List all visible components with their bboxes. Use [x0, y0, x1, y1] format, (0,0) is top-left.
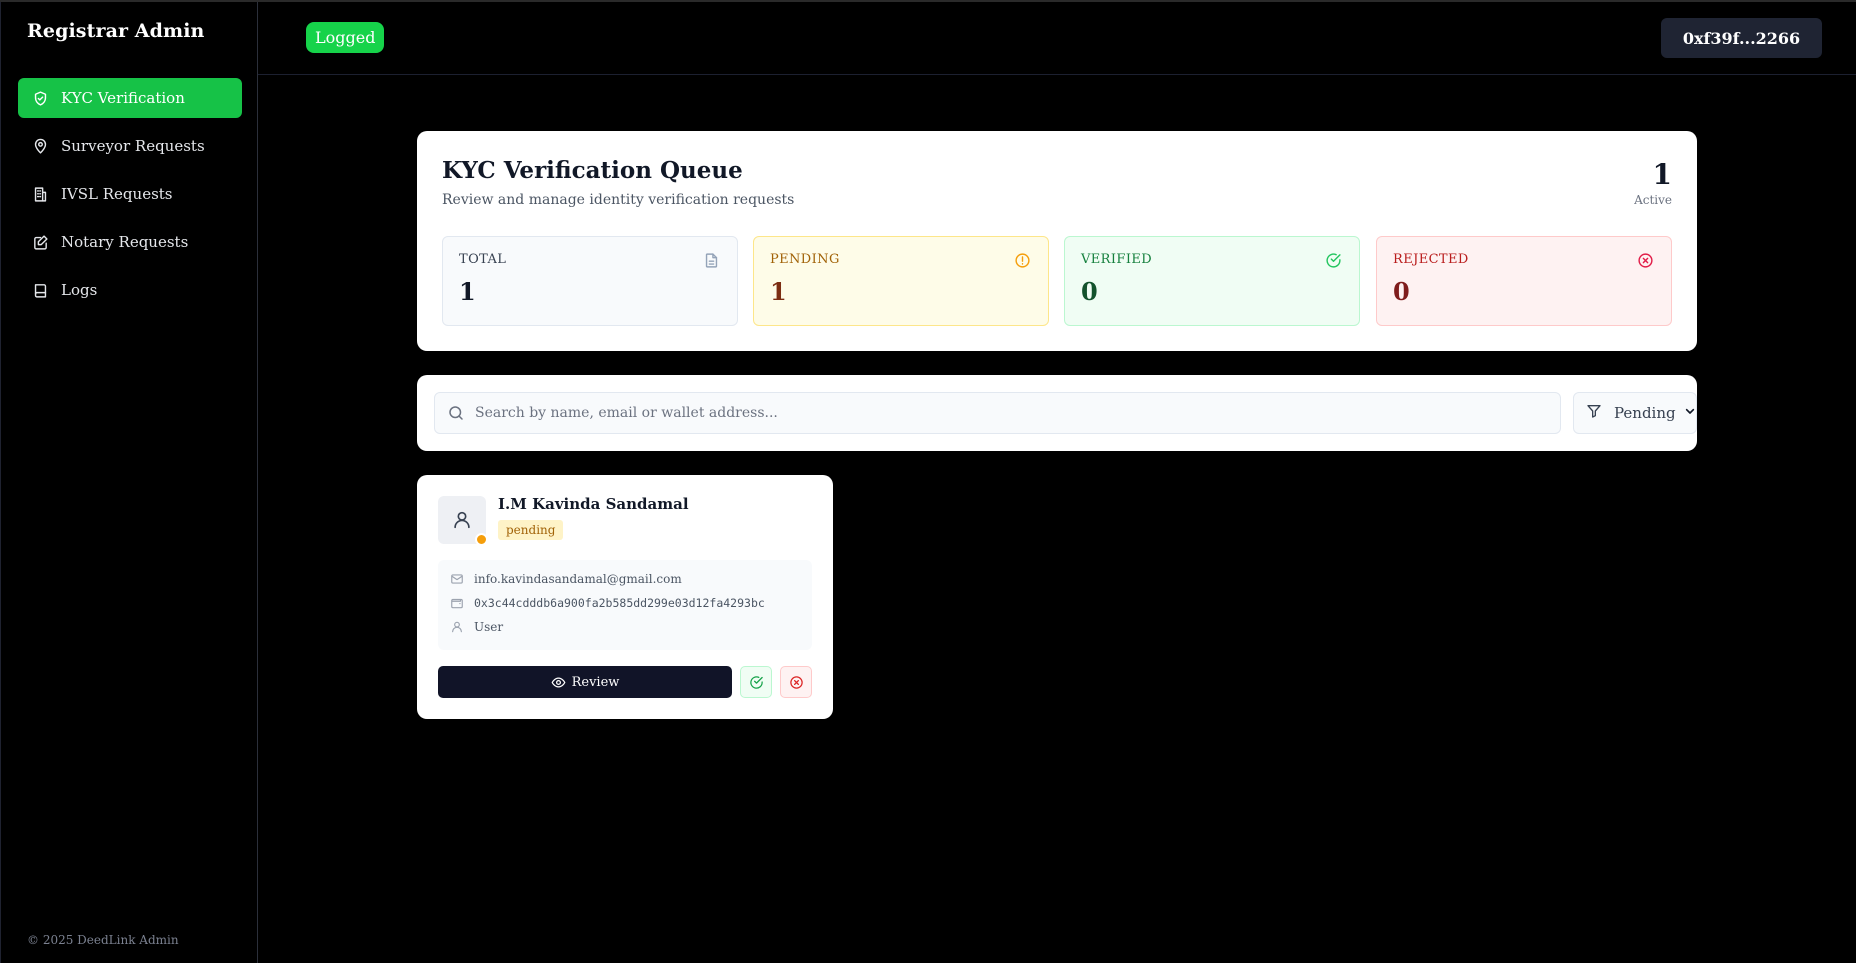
stat-card-total: TOTAL 1 — [442, 236, 738, 326]
map-pin-icon — [31, 137, 49, 155]
user-icon — [450, 620, 464, 634]
eye-icon — [551, 676, 566, 688]
search-input[interactable] — [475, 405, 1535, 421]
sidebar-nav: KYC Verification Surveyor Requests IVSL … — [18, 78, 242, 318]
kyc-request-card: I.M Kavinda Sandamal pending info.kavind… — [417, 475, 833, 719]
filter-icon — [1586, 403, 1602, 423]
page-subtitle: Review and manage identity verification … — [442, 192, 795, 208]
stat-value: 0 — [1081, 277, 1098, 306]
x-circle-icon — [789, 675, 803, 689]
stat-label: REJECTED — [1393, 252, 1469, 267]
stat-value: 1 — [770, 277, 787, 306]
reject-button[interactable] — [780, 666, 812, 698]
sidebar-item-kyc-verification[interactable]: KYC Verification — [18, 78, 242, 118]
sidebar-item-label: KYC Verification — [61, 89, 185, 107]
kyc-queue-card: KYC Verification Queue Review and manage… — [417, 131, 1697, 351]
stat-card-pending: PENDING 1 — [753, 236, 1049, 326]
stat-card-rejected: REJECTED 0 — [1376, 236, 1672, 326]
stat-label: PENDING — [770, 252, 840, 267]
sidebar-item-logs[interactable]: Logs — [18, 270, 242, 310]
stat-value: 1 — [459, 277, 476, 306]
sidebar-item-label: Notary Requests — [61, 233, 189, 251]
sidebar-item-notary-requests[interactable]: Notary Requests — [18, 222, 242, 262]
sidebar-item-label: IVSL Requests — [61, 185, 173, 203]
sidebar-item-ivsl-requests[interactable]: IVSL Requests — [18, 174, 242, 214]
mail-icon — [450, 572, 464, 586]
status-filter-dropdown[interactable]: Pending — [1573, 392, 1697, 434]
check-circle-icon — [1325, 252, 1343, 270]
search-icon — [447, 404, 465, 422]
request-name: I.M Kavinda Sandamal — [498, 495, 689, 513]
search-filter-card: Pending — [417, 375, 1697, 451]
top-header: Logged 0xf39f...2266 — [258, 2, 1856, 75]
alert-circle-icon — [1014, 252, 1032, 270]
request-details: info.kavindasandamal@gmail.com 0x3c44cdd… — [438, 560, 812, 650]
page-title: KYC Verification Queue — [442, 157, 743, 184]
stat-card-verified: VERIFIED 0 — [1064, 236, 1360, 326]
stat-value: 0 — [1393, 277, 1410, 306]
edit-document-icon — [31, 233, 49, 251]
brand-title: Registrar Admin — [27, 20, 205, 42]
sidebar-item-surveyor-requests[interactable]: Surveyor Requests — [18, 126, 242, 166]
x-circle-icon — [1637, 252, 1655, 270]
active-count: 1 — [1652, 158, 1672, 191]
stat-label: TOTAL — [459, 252, 507, 267]
document-icon — [703, 252, 721, 270]
status-badge: pending — [498, 520, 564, 540]
book-icon — [31, 281, 49, 299]
user-icon — [454, 511, 470, 529]
request-role: User — [474, 620, 504, 634]
email-row: info.kavindasandamal@gmail.com — [450, 572, 682, 586]
logged-status-badge: Logged — [306, 22, 385, 53]
request-wallet: 0x3c44cdddb6a900fa2b585dd299e03d12fa4293… — [474, 596, 765, 610]
chevron-down-icon — [1682, 403, 1698, 423]
shield-check-icon — [31, 89, 49, 107]
request-email: info.kavindasandamal@gmail.com — [474, 572, 682, 586]
role-row: User — [450, 620, 503, 634]
stat-label: VERIFIED — [1081, 252, 1153, 267]
sidebar: Registrar Admin KYC Verification Surveyo… — [0, 2, 258, 963]
sidebar-footer: © 2025 DeedLink Admin — [27, 933, 179, 947]
pending-status-dot — [475, 533, 488, 546]
wallet-icon — [450, 596, 464, 610]
approve-button[interactable] — [740, 666, 772, 698]
review-button[interactable]: Review — [438, 666, 732, 698]
active-label: Active — [1634, 193, 1672, 207]
search-box[interactable] — [434, 392, 1561, 434]
wallet-row: 0x3c44cdddb6a900fa2b585dd299e03d12fa4293… — [450, 596, 765, 610]
sidebar-item-label: Logs — [61, 281, 98, 299]
check-circle-icon — [749, 675, 763, 689]
wallet-address-button[interactable]: 0xf39f...2266 — [1661, 18, 1822, 58]
building-icon — [31, 185, 49, 203]
review-button-label: Review — [571, 674, 620, 690]
filter-selected-value: Pending — [1614, 404, 1676, 422]
sidebar-item-label: Surveyor Requests — [61, 137, 205, 155]
